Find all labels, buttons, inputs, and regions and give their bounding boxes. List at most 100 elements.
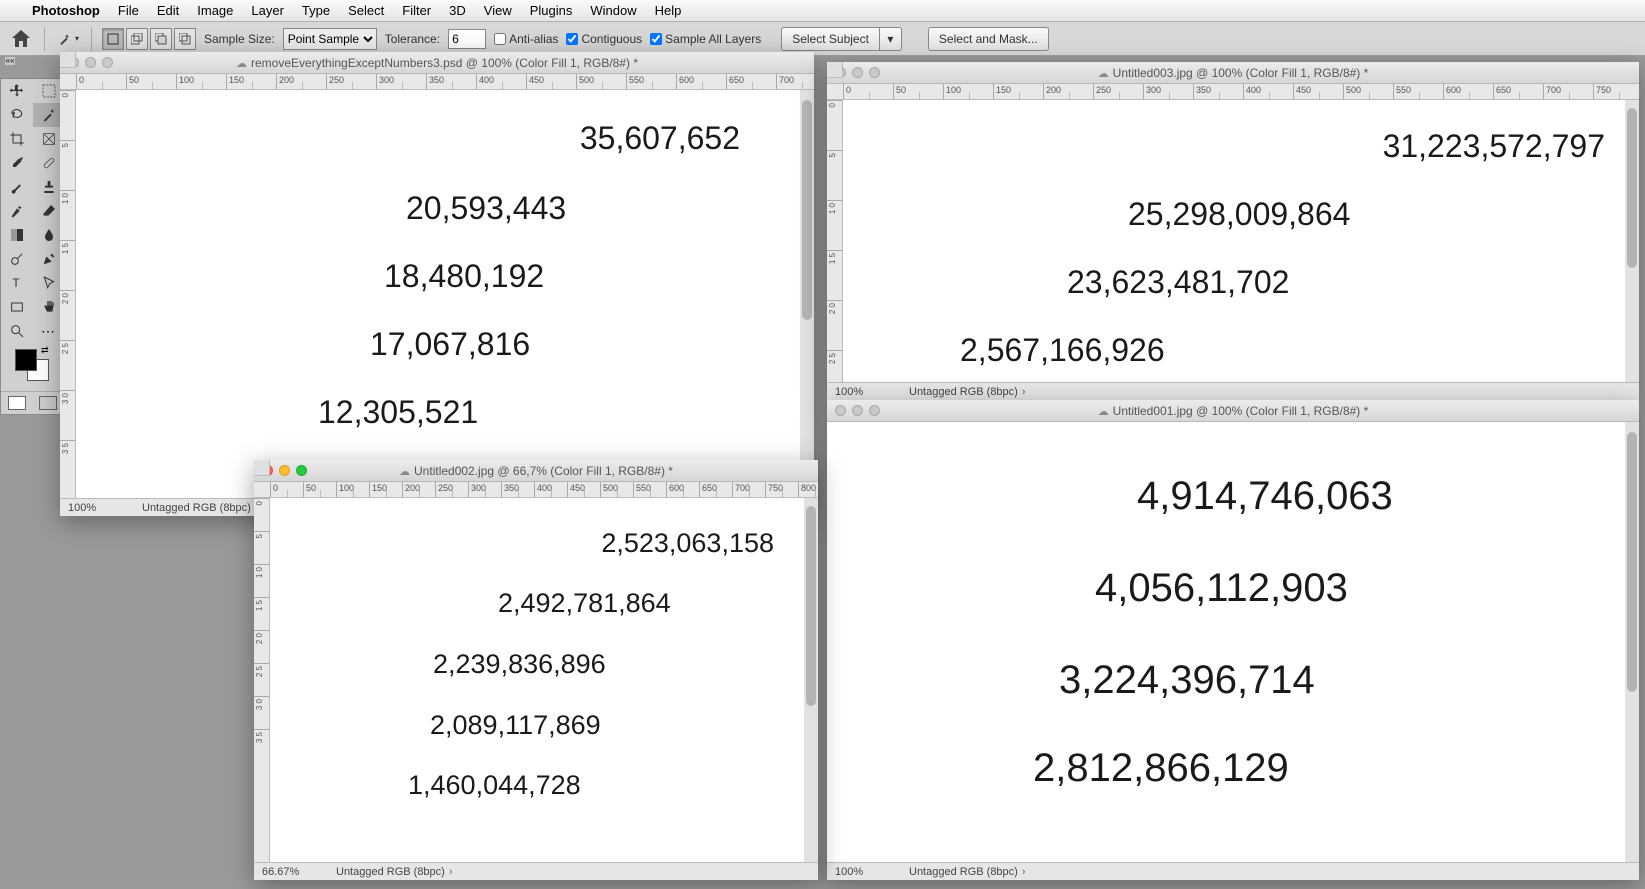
home-button[interactable] [8, 26, 34, 52]
tool-preset-button[interactable]: ▾ [55, 26, 81, 52]
menu-type[interactable]: Type [302, 3, 330, 18]
rectangle-tool[interactable] [1, 295, 33, 319]
foreground-color-swatch[interactable] [15, 349, 37, 371]
maximize-button[interactable] [869, 67, 880, 78]
titlebar[interactable]: ☁removeEverythingExceptNumbers3.psd @ 10… [60, 52, 814, 74]
sample-all-layers-checkbox[interactable]: Sample All Layers [650, 32, 761, 46]
cloud-icon: ☁ [1098, 405, 1109, 418]
canvas[interactable]: 35,607,652 20,593,443 18,480,192 17,067,… [76, 90, 800, 498]
pen-icon [41, 251, 57, 267]
selection-new-button[interactable] [102, 28, 124, 50]
eyedropper-tool[interactable] [1, 151, 33, 175]
menu-plugins[interactable]: Plugins [530, 3, 573, 18]
screen-mode-group [1, 391, 63, 414]
menu-select[interactable]: Select [348, 3, 384, 18]
menu-view[interactable]: View [484, 3, 512, 18]
panel-collapse-handle[interactable]: «« [4, 56, 16, 66]
squares-sub-icon [155, 33, 167, 45]
crop-icon [9, 131, 25, 147]
text-value: 23,623,481,702 [1067, 264, 1289, 301]
tolerance-input[interactable] [448, 29, 486, 49]
lasso-tool[interactable] [1, 103, 33, 127]
vertical-ruler[interactable]: 051 01 52 02 53 03 5 [60, 90, 76, 498]
vertical-ruler[interactable]: 051 01 52 02 53 03 5 [827, 100, 843, 382]
select-subject-dropdown[interactable]: ▾ [880, 27, 902, 51]
selection-subtract-button[interactable] [150, 28, 172, 50]
contiguous-checkbox[interactable]: Contiguous [566, 32, 642, 46]
menu-edit[interactable]: Edit [157, 3, 179, 18]
minimize-button[interactable] [852, 405, 863, 416]
canvas[interactable]: 31,223,572,797 25,298,009,864 23,623,481… [843, 100, 1625, 382]
bandage-icon [41, 155, 57, 171]
type-tool[interactable]: T [1, 271, 33, 295]
selection-intersect-button[interactable] [174, 28, 196, 50]
color-profile[interactable]: Untagged RGB (8bpc)› [142, 502, 259, 514]
selection-add-button[interactable] [126, 28, 148, 50]
marquee-icon [41, 83, 57, 99]
horizontal-ruler[interactable]: 0501001502002503003504004505005506006507… [827, 84, 1639, 100]
zoom-level[interactable]: 100% [835, 386, 891, 398]
color-swatches[interactable]: ⇄ [1, 343, 63, 391]
quick-mask-button[interactable] [8, 396, 26, 410]
cloud-icon: ☁ [1098, 67, 1109, 80]
type-icon: T [9, 275, 25, 291]
text-value: 3,224,396,714 [1059, 658, 1315, 703]
antialias-label: Anti-alias [509, 32, 558, 46]
minimize-button[interactable] [279, 465, 290, 476]
vertical-scrollbar[interactable] [1625, 100, 1639, 382]
menu-filter[interactable]: Filter [402, 3, 431, 18]
menu-help[interactable]: Help [655, 3, 682, 18]
contiguous-label: Contiguous [581, 32, 642, 46]
tolerance-label: Tolerance: [385, 32, 440, 46]
menu-layer[interactable]: Layer [251, 3, 284, 18]
maximize-button[interactable] [869, 405, 880, 416]
zoom-icon [9, 323, 25, 339]
minimize-button[interactable] [852, 67, 863, 78]
text-value: 2,812,866,129 [1033, 746, 1289, 791]
titlebar[interactable]: ☁Untitled003.jpg @ 100% (Color Fill 1, R… [827, 62, 1639, 84]
maximize-button[interactable] [102, 57, 113, 68]
chevron-right-icon: › [1022, 866, 1026, 878]
vertical-ruler[interactable]: 051 01 52 02 53 03 5 [254, 498, 270, 862]
zoom-tool[interactable] [1, 319, 33, 343]
zoom-level[interactable]: 66.67% [262, 866, 318, 878]
droplet-icon [41, 227, 57, 243]
menu-image[interactable]: Image [197, 3, 233, 18]
horizontal-ruler[interactable]: 0501001502002503003504004505005506006507… [60, 74, 814, 90]
minimize-button[interactable] [85, 57, 96, 68]
titlebar[interactable]: ☁Untitled001.jpg @ 100% (Color Fill 1, R… [827, 400, 1639, 422]
sample-size-select[interactable]: Point Sample [283, 28, 377, 50]
swap-colors-icon[interactable]: ⇄ [41, 345, 49, 356]
color-profile[interactable]: Untagged RGB (8bpc)› [336, 866, 453, 878]
canvas[interactable]: 4,914,746,063 4,056,112,903 3,224,396,71… [827, 422, 1625, 862]
menu-file[interactable]: File [118, 3, 139, 18]
color-profile[interactable]: Untagged RGB (8bpc)› [909, 386, 1026, 398]
text-value: 2,239,836,896 [433, 649, 606, 680]
menu-window[interactable]: Window [590, 3, 636, 18]
zoom-level[interactable]: 100% [835, 866, 891, 878]
app-menu[interactable]: Photoshop [32, 3, 100, 18]
color-profile[interactable]: Untagged RGB (8bpc)› [909, 866, 1026, 878]
dodge-tool[interactable] [1, 247, 33, 271]
titlebar[interactable]: ☁Untitled002.jpg @ 66,7% (Color Fill 1, … [254, 460, 818, 482]
canvas[interactable]: 2,523,063,158 2,492,781,864 2,239,836,89… [270, 498, 804, 862]
move-tool[interactable] [1, 79, 33, 103]
gradient-tool[interactable] [1, 223, 33, 247]
zoom-level[interactable]: 100% [68, 502, 124, 514]
menu-3d[interactable]: 3D [449, 3, 466, 18]
vertical-scrollbar[interactable] [800, 90, 814, 498]
crop-tool[interactable] [1, 127, 33, 151]
screen-mode-button[interactable] [39, 396, 57, 410]
maximize-button[interactable] [296, 465, 307, 476]
horizontal-ruler[interactable]: 0501001502002503003504004505005506006507… [254, 482, 818, 498]
history-brush-tool[interactable] [1, 199, 33, 223]
svg-text:T: T [12, 276, 20, 290]
vertical-scrollbar[interactable] [804, 498, 818, 862]
vertical-scrollbar[interactable] [1625, 422, 1639, 862]
brush-tool[interactable] [1, 175, 33, 199]
antialias-checkbox[interactable]: Anti-alias [494, 32, 558, 46]
status-bar: 66.67% Untagged RGB (8bpc)› [254, 862, 818, 880]
close-button[interactable] [835, 405, 846, 416]
select-and-mask-button[interactable]: Select and Mask... [928, 27, 1049, 51]
select-subject-button[interactable]: Select Subject [781, 27, 880, 51]
